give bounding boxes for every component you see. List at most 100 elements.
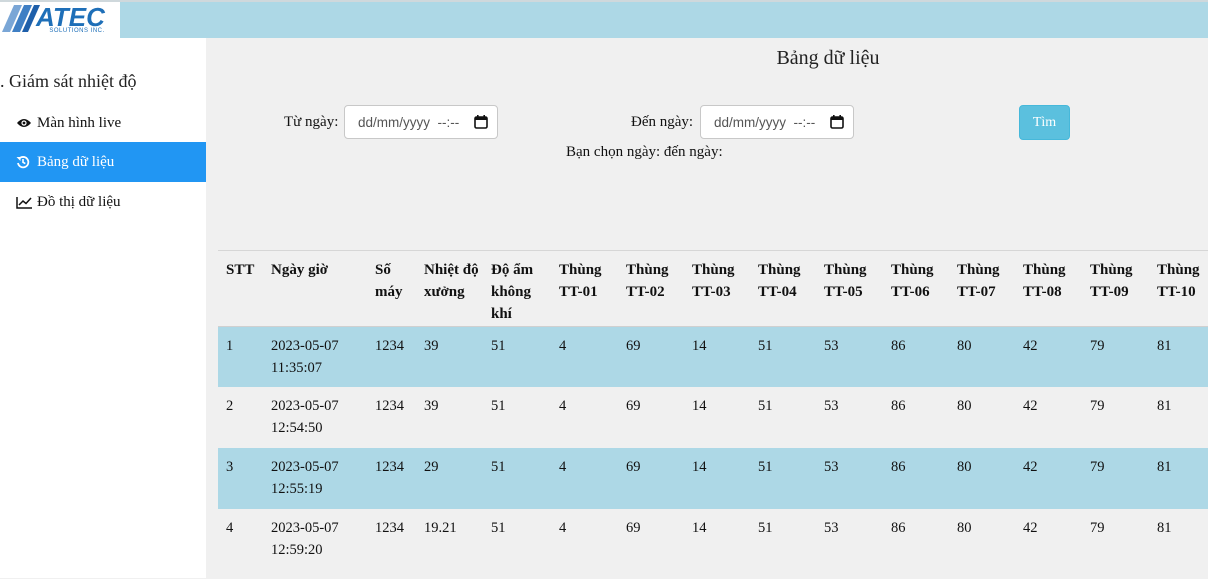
table-cell: 51 bbox=[491, 398, 506, 414]
table-cell: 1234 bbox=[367, 326, 416, 387]
table-cell: 79 bbox=[1082, 448, 1149, 509]
from-date-value: dd/mm/yyyy --:-- bbox=[358, 114, 460, 130]
table-cell: 51 bbox=[483, 448, 551, 509]
column-header: Số máy bbox=[375, 262, 403, 300]
table-cell: 79 bbox=[1090, 398, 1105, 414]
sidebar-item-chart[interactable]: Đồ thị dữ liệu bbox=[0, 182, 206, 222]
table-cell: 1234 bbox=[367, 448, 416, 509]
column-header: Thùng TT-07 bbox=[957, 262, 1000, 300]
table-cell: 2023-05-07 12:54:50 bbox=[271, 398, 339, 436]
column-header: Thùng TT-04 bbox=[758, 262, 801, 300]
table-cell: 19.21 bbox=[424, 520, 457, 536]
table-cell: 39 bbox=[416, 326, 483, 387]
table-cell: 53 bbox=[816, 326, 883, 387]
table-cell: 80 bbox=[957, 520, 972, 536]
calendar-icon[interactable] bbox=[474, 115, 488, 132]
table-cell: 29 bbox=[416, 448, 483, 509]
page-title: Bảng dữ liệu bbox=[776, 47, 880, 69]
table-cell: 14 bbox=[692, 520, 707, 536]
table-cell: 81 bbox=[1149, 326, 1208, 387]
table-cell: 51 bbox=[750, 448, 816, 509]
history-icon bbox=[16, 155, 34, 169]
table-cell: 14 bbox=[684, 448, 750, 509]
table-row[interactable]: 1 2023-05-07 11:35:07 1234 39 51 4 69 14 51 53 86 8… bbox=[218, 326, 1208, 387]
table-cell: 4 bbox=[226, 520, 234, 536]
table-cell: 2023-05-07 11:35:07 bbox=[263, 326, 367, 387]
table-cell: 1234 bbox=[375, 520, 404, 536]
line-chart-icon bbox=[16, 196, 34, 209]
sidebar: . Giám sát nhiệt độ Màn hình live Bảng d… bbox=[0, 38, 206, 578]
table-cell: 69 bbox=[618, 448, 684, 509]
table-cell: 86 bbox=[891, 398, 906, 414]
table-cell: 80 bbox=[957, 398, 972, 414]
table-cell: 51 bbox=[758, 398, 773, 414]
table-cell: 86 bbox=[883, 448, 949, 509]
to-date-value: dd/mm/yyyy --:-- bbox=[714, 114, 816, 130]
table-cell: 51 bbox=[483, 326, 551, 387]
sidebar-item-label: Bảng dữ liệu bbox=[37, 153, 115, 170]
table-cell: 53 bbox=[824, 398, 839, 414]
table-header-row: STT Ngày giờ Số máy Nhiệt độ xưởng Độ ẩm khô… bbox=[218, 251, 1208, 326]
table-cell: 4 bbox=[551, 448, 618, 509]
top-bar bbox=[0, 0, 1208, 38]
column-header: Thùng TT-08 bbox=[1023, 262, 1066, 300]
table-cell: 80 bbox=[949, 326, 1015, 387]
column-header: Thùng TT-05 bbox=[824, 262, 867, 300]
to-date-label: Đến ngày: bbox=[631, 114, 694, 130]
from-date-label: Từ ngày: bbox=[284, 114, 339, 130]
column-header: Thùng TT-06 bbox=[891, 262, 934, 300]
eye-icon bbox=[16, 117, 34, 129]
search-button[interactable]: Tìm bbox=[1019, 105, 1070, 140]
column-header: Độ ẩm không khí bbox=[491, 262, 534, 322]
table-row[interactable]: 4 2023-05-07 12:59:20 1234 19.21 51 4 69 14 51 53… bbox=[218, 509, 1208, 570]
column-header: Nhiệt độ xưởng bbox=[424, 262, 479, 300]
table-cell: 14 bbox=[692, 398, 707, 414]
table-cell: 2 bbox=[226, 398, 234, 414]
table-cell: 42 bbox=[1023, 520, 1038, 536]
data-table-container[interactable]: STT Ngày giờ Số máy Nhiệt độ xưởng Độ ẩm khô… bbox=[218, 250, 1208, 579]
column-header: STT bbox=[226, 262, 255, 278]
sidebar-item-live[interactable]: Màn hình live bbox=[0, 103, 206, 143]
selected-range-text: Bạn chọn ngày: đến ngày: bbox=[566, 144, 723, 160]
sidebar-item-label: Màn hình live bbox=[37, 114, 122, 131]
table-cell: 14 bbox=[684, 326, 750, 387]
table-cell: 69 bbox=[626, 520, 641, 536]
table-cell: 1 bbox=[218, 326, 263, 387]
sidebar-item-data-table[interactable]: Bảng dữ liệu bbox=[0, 142, 206, 182]
table-cell: 4 bbox=[551, 326, 618, 387]
table-cell: 51 bbox=[750, 326, 816, 387]
table-cell: 81 bbox=[1157, 398, 1172, 414]
column-header: Thùng TT-02 bbox=[626, 262, 669, 300]
table-cell: 51 bbox=[491, 520, 506, 536]
table-cell: 42 bbox=[1015, 448, 1082, 509]
table-row[interactable]: 2 2023-05-07 12:54:50 1234 39 51 4 69 14 51 53 86 8… bbox=[218, 387, 1208, 448]
company-logo[interactable]: ATEC SOLUTIONS INC. bbox=[0, 2, 120, 38]
table-cell: 2023-05-07 12:59:20 bbox=[271, 520, 339, 558]
sidebar-title: . Giám sát nhiệt độ bbox=[0, 71, 137, 91]
table-cell: 79 bbox=[1082, 326, 1149, 387]
table-cell: 69 bbox=[618, 326, 684, 387]
calendar-icon[interactable] bbox=[830, 115, 844, 132]
table-cell: 69 bbox=[626, 398, 641, 414]
table-cell: 80 bbox=[949, 448, 1015, 509]
table-cell: 42 bbox=[1023, 398, 1038, 414]
table-cell: 1234 bbox=[375, 398, 404, 414]
table-cell: 4 bbox=[559, 398, 567, 414]
table-cell: 2023-05-07 12:55:19 bbox=[263, 448, 367, 509]
table-cell: 51 bbox=[758, 520, 773, 536]
column-header: Thùng TT-09 bbox=[1090, 262, 1133, 300]
table-cell: 86 bbox=[883, 326, 949, 387]
table-row[interactable]: 3 2023-05-07 12:55:19 1234 29 51 4 69 14 51 53 86 8… bbox=[218, 448, 1208, 509]
sidebar-item-label: Đồ thị dữ liệu bbox=[37, 193, 121, 210]
from-date-input[interactable]: dd/mm/yyyy --:-- bbox=[344, 105, 498, 139]
logo-subtitle: SOLUTIONS INC. bbox=[49, 28, 105, 34]
table-cell: 79 bbox=[1090, 520, 1105, 536]
table-cell: 81 bbox=[1157, 520, 1172, 536]
column-header: Thùng TT-01 bbox=[559, 262, 602, 300]
table-cell: 81 bbox=[1149, 448, 1208, 509]
to-date-input[interactable]: dd/mm/yyyy --:-- bbox=[700, 105, 854, 139]
column-header: Thùng TT-03 bbox=[692, 262, 735, 300]
table-cell: 3 bbox=[218, 448, 263, 509]
table-cell: 53 bbox=[824, 520, 839, 536]
table-cell: 39 bbox=[424, 398, 439, 414]
